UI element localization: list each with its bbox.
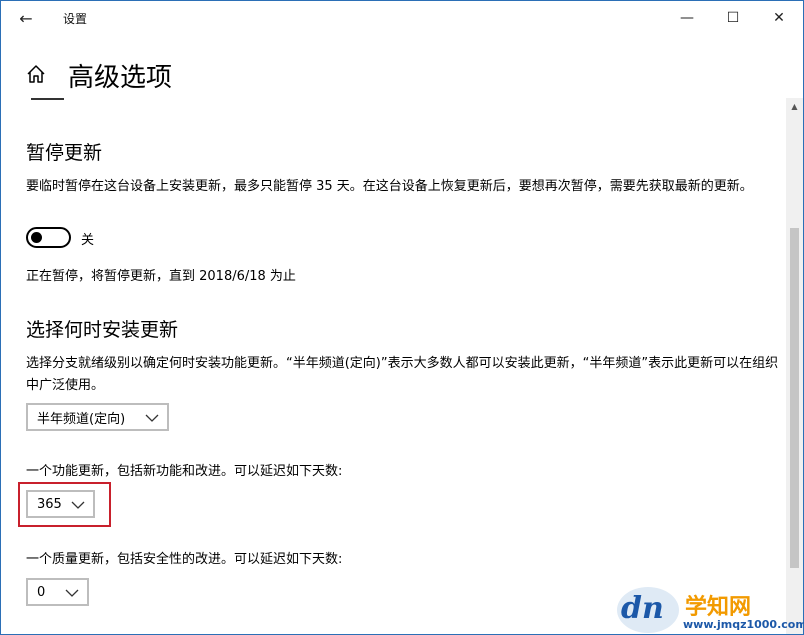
- feature-defer-days-select[interactable]: 365: [26, 490, 95, 518]
- branch-readiness-select[interactable]: 半年频道(定向): [26, 403, 169, 431]
- close-icon: ✕: [773, 10, 785, 26]
- pause-toggle-label: 关: [81, 233, 95, 248]
- window-title: 设置: [63, 12, 88, 26]
- quality-update-label: 一个质量更新，包括安全性的改进。可以延迟如下天数:: [26, 552, 343, 567]
- chevron-down-icon: [71, 501, 85, 509]
- back-arrow-icon: ←: [19, 8, 33, 28]
- chevron-down-icon: [145, 414, 159, 422]
- home-icon[interactable]: [25, 63, 47, 85]
- watermark-logo: dn 学知网 www.jmqz1000.com: [609, 587, 804, 633]
- scrollbar[interactable]: ▲: [786, 98, 803, 634]
- maximize-button[interactable]: ☐: [711, 6, 755, 30]
- minimize-button[interactable]: —: [665, 6, 709, 30]
- page-title: 高级选项: [68, 63, 173, 93]
- title-bar: ← 设置 — ☐ ✕: [1, 1, 803, 35]
- quality-defer-value: 0: [37, 584, 46, 600]
- scroll-up-icon[interactable]: ▲: [786, 98, 803, 114]
- chevron-down-icon: [65, 589, 79, 597]
- branch-readiness-value: 半年频道(定向): [37, 411, 126, 427]
- feature-defer-value: 365: [37, 496, 62, 512]
- pause-updates-description: 要临时暂停在这台设备上安装更新，最多只能暂停 35 天。在这台设备上恢复更新后，…: [26, 179, 753, 194]
- watermark-url: www.jmqz1000.com: [683, 618, 804, 631]
- minimize-icon: —: [680, 10, 694, 26]
- pause-updates-heading: 暂停更新: [26, 142, 103, 164]
- install-timing-heading: 选择何时安装更新: [26, 319, 179, 341]
- title-underline: [31, 98, 64, 100]
- toggle-knob: [31, 232, 42, 243]
- back-button[interactable]: ←: [9, 7, 43, 29]
- home-icon-svg: [27, 65, 45, 83]
- watermark-dn-text: dn: [621, 591, 664, 626]
- close-button[interactable]: ✕: [757, 6, 801, 30]
- install-timing-description: 选择分支就绪级别以确定何时安装功能更新。“半年频道(定向)”表示大多数人都可以安…: [26, 356, 779, 393]
- maximize-icon: ☐: [726, 10, 740, 26]
- feature-update-label: 一个功能更新，包括新功能和改进。可以延迟如下天数:: [26, 464, 343, 479]
- scrollbar-thumb[interactable]: [790, 228, 799, 568]
- pause-updates-toggle[interactable]: [26, 227, 71, 248]
- quality-defer-days-select[interactable]: 0: [26, 578, 89, 606]
- pause-status-text: 正在暂停，将暂停更新，直到 2018/6/18 为止: [26, 269, 296, 284]
- watermark-name: 学知网: [685, 595, 752, 620]
